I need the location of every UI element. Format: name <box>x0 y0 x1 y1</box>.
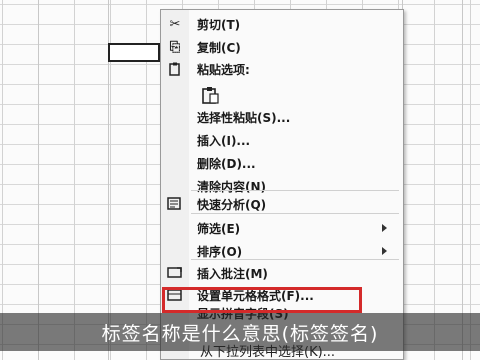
menu-separator <box>191 190 399 191</box>
paste-icon <box>161 62 189 76</box>
menu-item-label: 删除(D)... <box>197 156 256 171</box>
copy-icon: ⎘ <box>169 39 181 55</box>
grid-column-line <box>38 0 39 360</box>
submenu-arrow-icon <box>382 224 387 232</box>
scissors-icon: ✂ <box>169 16 181 32</box>
menu-item-quick-analysis[interactable]: 快速分析(Q) <box>161 193 403 215</box>
menu-item-paste-special[interactable]: 选择性粘贴(S)... <box>161 106 403 128</box>
menu-item-cut[interactable]: ✂ 剪切(T) <box>161 13 403 35</box>
clipboard-icon <box>202 87 219 104</box>
quick-analysis-icon <box>161 197 189 211</box>
menu-item-paste-options: 粘贴选项: <box>161 58 403 80</box>
grid-column-line <box>462 0 463 360</box>
menu-item-insert[interactable]: 插入(I)... <box>161 129 403 151</box>
menu-item-label: 排序(O) <box>197 244 243 259</box>
caption-banner: 标签名称是什么意思(标签签名) <box>0 313 480 351</box>
highlight-box <box>162 287 362 313</box>
caption-text: 标签名称是什么意思(标签签名) <box>101 322 379 345</box>
selected-cell[interactable] <box>108 43 160 62</box>
menu-item-insert-comment[interactable]: 插入批注(M) <box>161 262 403 284</box>
menu-item-label: 筛选(E) <box>197 221 241 236</box>
menu-item-copy[interactable]: ⎘ 复制(C) <box>161 36 403 58</box>
paste-option-button[interactable] <box>201 84 231 106</box>
menu-item-label: 快速分析(Q) <box>197 197 267 212</box>
menu-item-label: 选择性粘贴(S)... <box>197 110 291 125</box>
menu-item-label: 复制(C) <box>197 40 241 55</box>
menu-item-label: 插入(I)... <box>197 133 251 148</box>
menu-item-filter[interactable]: 筛选(E) <box>161 217 403 239</box>
menu-item-label: 剪切(T) <box>197 17 241 32</box>
menu-item-label: 插入批注(M) <box>197 266 268 281</box>
menu-item-label: 清除内容(N) <box>197 179 267 194</box>
menu-separator <box>191 213 399 214</box>
menu-item-delete[interactable]: 删除(D)... <box>161 152 403 174</box>
comment-icon <box>161 266 189 280</box>
menu-item-label: 粘贴选项: <box>197 62 250 77</box>
submenu-arrow-icon <box>382 247 387 255</box>
menu-separator <box>191 259 399 260</box>
